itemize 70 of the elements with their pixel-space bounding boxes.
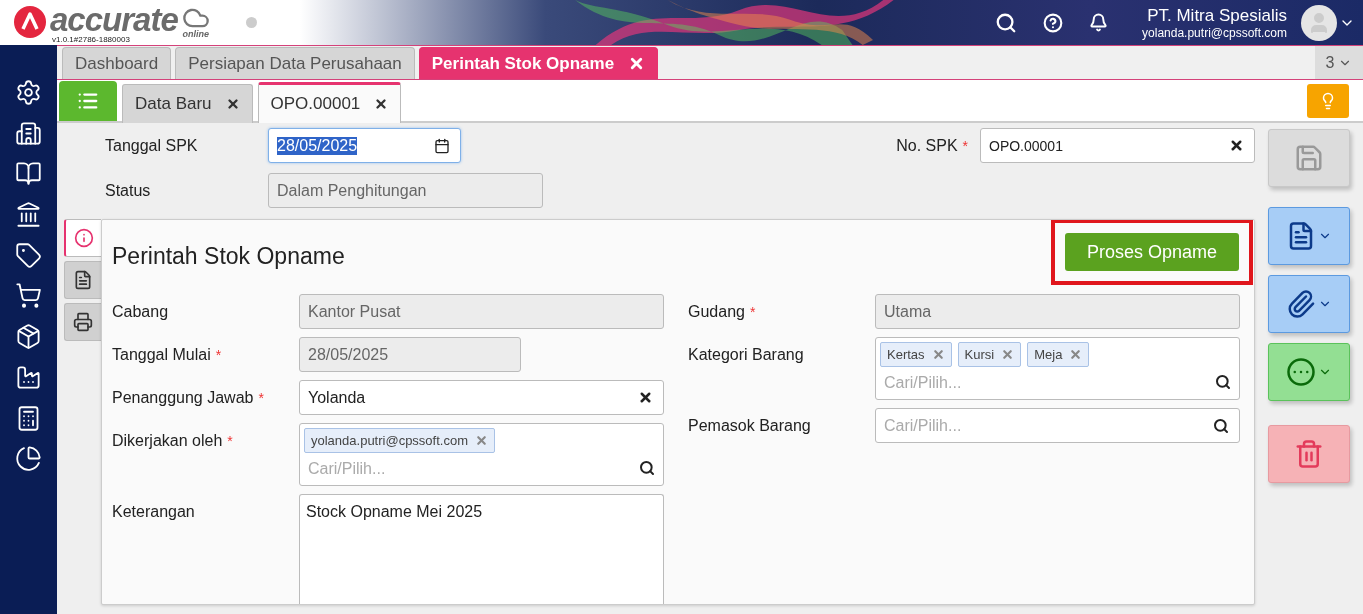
printer-icon bbox=[73, 312, 93, 332]
side-tab[interactable] bbox=[64, 303, 101, 341]
cart-icon[interactable] bbox=[15, 282, 42, 310]
field-label: Tanggal Mulai * bbox=[112, 345, 223, 364]
calendar-icon[interactable] bbox=[434, 137, 450, 154]
tab[interactable]: Persiapan Data Perusahaan bbox=[175, 47, 415, 79]
factory-icon[interactable] bbox=[15, 363, 42, 391]
attach-button[interactable] bbox=[1267, 275, 1350, 333]
bank-icon[interactable] bbox=[15, 201, 42, 229]
document-icon bbox=[73, 270, 93, 290]
info-icon bbox=[73, 228, 94, 248]
tag-chip[interactable]: yolanda.putri@cpssoft.com bbox=[304, 428, 495, 453]
package-icon[interactable] bbox=[15, 323, 42, 351]
tag-chip[interactable]: Meja bbox=[1027, 342, 1090, 367]
side-tab[interactable] bbox=[64, 261, 101, 299]
field-label: No. SPK * bbox=[896, 136, 968, 155]
logo-text: accurate bbox=[50, 2, 178, 36]
company-name: PT. Mitra Spesialis bbox=[1147, 5, 1287, 26]
remove-icon[interactable] bbox=[931, 348, 945, 361]
remove-icon[interactable] bbox=[1069, 348, 1083, 361]
search-icon[interactable] bbox=[995, 11, 1018, 34]
tag-select-field[interactable]: Kertas Kursi Meja Cari/Pilih... bbox=[875, 337, 1240, 400]
search-icon[interactable] bbox=[1215, 374, 1231, 390]
tab[interactable]: Data Baru bbox=[122, 84, 253, 123]
tab[interactable]: Perintah Stok Opname bbox=[418, 47, 659, 79]
remove-icon[interactable] bbox=[1001, 348, 1015, 361]
text-area[interactable]: Stock Opname Mei 2025 bbox=[299, 494, 664, 604]
avatar[interactable] bbox=[1301, 4, 1337, 41]
help-icon[interactable] bbox=[1043, 12, 1064, 33]
card-title: Perintah Stok Opname bbox=[112, 242, 345, 270]
tag-select-field[interactable]: yolanda.putri@cpssoft.com Cari/Pilih... bbox=[299, 423, 664, 486]
date-field[interactable]: 28/05/2025 bbox=[268, 128, 461, 163]
text-field[interactable]: OPO.00001 bbox=[980, 128, 1255, 163]
search-icon[interactable] bbox=[1213, 417, 1229, 434]
logo-subtitle: online bbox=[182, 29, 209, 39]
field-label: Penanggung Jawab * bbox=[112, 388, 265, 407]
user-email: yolanda.putri@cpssoft.com bbox=[1142, 25, 1287, 40]
document-button[interactable] bbox=[1267, 207, 1350, 265]
gear-icon[interactable] bbox=[15, 79, 42, 106]
field-label: Tanggal SPK bbox=[105, 136, 199, 155]
book-icon[interactable] bbox=[15, 160, 42, 188]
search-icon[interactable] bbox=[639, 460, 655, 476]
field-label: Pemasok Barang bbox=[688, 416, 812, 435]
clear-icon[interactable] bbox=[638, 390, 653, 405]
more-button[interactable] bbox=[1267, 343, 1350, 401]
tag-chip[interactable]: Kursi bbox=[957, 342, 1022, 367]
close-icon[interactable] bbox=[374, 97, 389, 111]
side-tab[interactable] bbox=[64, 219, 101, 257]
tab[interactable]: OPO.00001 bbox=[257, 82, 402, 123]
field-label: Gudang * bbox=[688, 302, 757, 321]
field-label: Kategori Barang bbox=[688, 345, 805, 364]
tag-chip[interactable]: Kertas bbox=[880, 342, 952, 367]
field-label: Keterangan bbox=[112, 502, 196, 521]
tag-icon[interactable] bbox=[15, 241, 42, 269]
logo-icon bbox=[14, 5, 46, 38]
ellipsis-icon bbox=[1285, 357, 1316, 387]
status-dot bbox=[245, 17, 257, 28]
version-text: v1.0.1#2786-1880003 bbox=[52, 35, 131, 44]
pie-chart-icon[interactable] bbox=[15, 445, 42, 473]
building-icon[interactable] bbox=[15, 119, 42, 147]
remove-icon[interactable] bbox=[475, 434, 488, 447]
tab-overflow-button[interactable]: 3 bbox=[1315, 46, 1363, 79]
field-label: Cabang bbox=[112, 302, 170, 321]
field-label: Status bbox=[105, 181, 152, 200]
text-field[interactable]: Yolanda bbox=[299, 380, 664, 415]
clear-icon[interactable] bbox=[1229, 138, 1244, 153]
tab[interactable]: Dashboard bbox=[62, 47, 172, 79]
bell-icon[interactable] bbox=[1089, 13, 1109, 32]
close-icon[interactable] bbox=[225, 97, 240, 111]
field-label: Dikerjakan oleh * bbox=[112, 431, 234, 450]
